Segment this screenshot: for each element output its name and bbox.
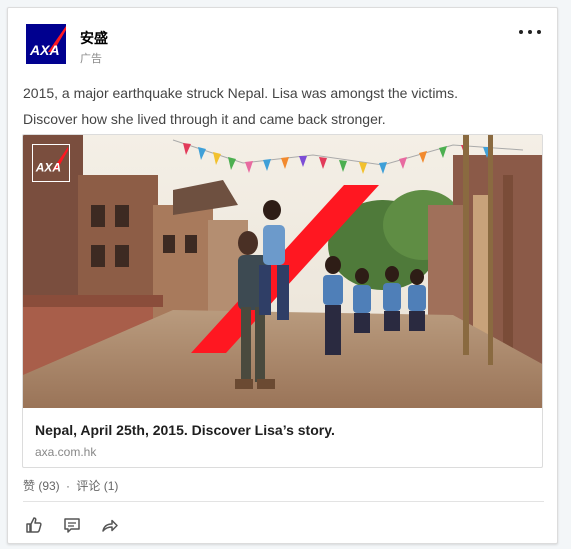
likes-count[interactable]: 赞 (93) — [23, 479, 60, 493]
social-counts: 赞 (93) · 评论 (1) — [23, 477, 118, 494]
post-text-line: 2015, a major earthquake struck Nepal. L… — [23, 85, 458, 101]
share-button[interactable] — [98, 513, 122, 537]
company-name[interactable]: 安盛 — [80, 28, 108, 48]
promoted-label: 广告 — [80, 53, 102, 65]
post-text-line: Discover how she lived through it and ca… — [23, 111, 386, 127]
comments-count[interactable]: 评论 (1) — [76, 479, 118, 493]
axa-logo-icon: AXA — [26, 24, 66, 64]
ad-image[interactable]: AXA — [23, 135, 542, 408]
comment-icon — [64, 518, 80, 533]
post-text: 2015, a major earthquake struck Nepal. L… — [23, 80, 543, 132]
ad-domain: axa.com.hk — [35, 445, 97, 459]
company-logo[interactable]: AXA — [26, 24, 66, 64]
svg-text:AXA: AXA — [29, 42, 60, 58]
share-icon — [102, 519, 118, 532]
svg-text:AXA: AXA — [35, 161, 61, 175]
axa-logo-icon: AXA — [35, 146, 68, 175]
separator: · — [66, 479, 71, 493]
thumbs-up-icon — [26, 517, 42, 533]
divider — [23, 501, 544, 502]
comment-button[interactable] — [60, 513, 84, 537]
post-header: AXA 安盛 广告 — [26, 24, 541, 68]
more-options-button[interactable] — [519, 30, 541, 38]
like-button[interactable] — [22, 513, 46, 537]
feed-post-card: AXA 安盛 广告 2015, a major earthquake struc… — [7, 7, 558, 544]
ad-headline[interactable]: Nepal, April 25th, 2015. Discover Lisa’s… — [35, 422, 335, 438]
ad-axa-logo: AXA — [32, 144, 70, 182]
sponsored-ad-link[interactable]: AXA Nepal, April 25th, 2015. Discover Li… — [22, 134, 543, 468]
ad-photo — [23, 135, 542, 408]
